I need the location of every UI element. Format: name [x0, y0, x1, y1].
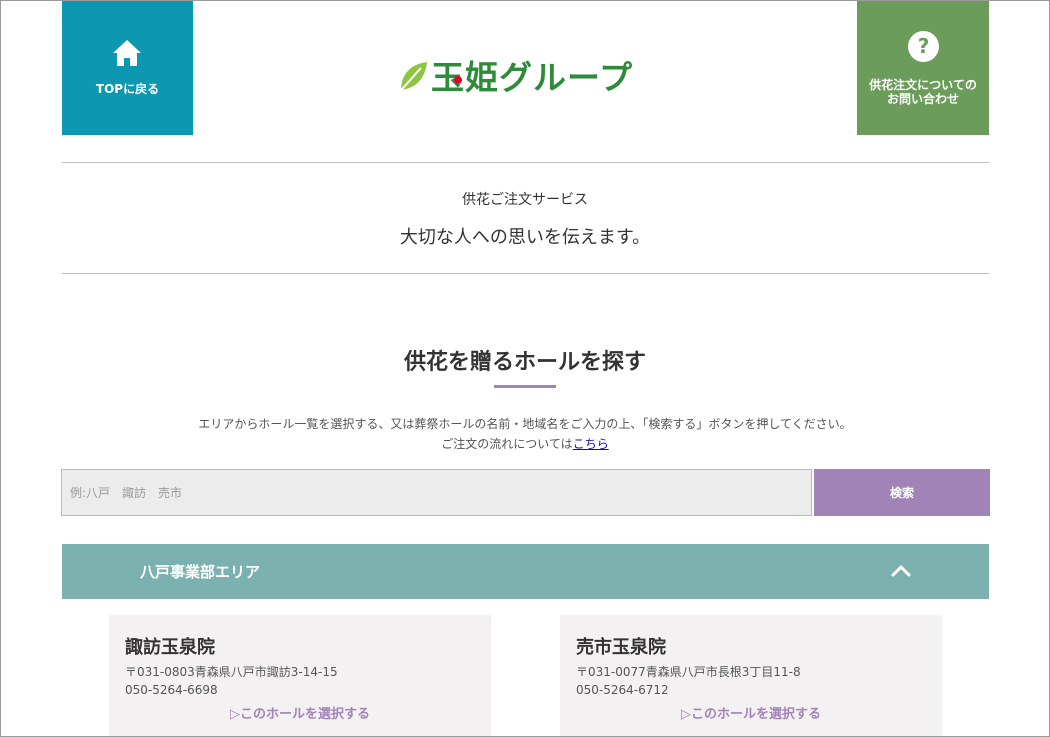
hall-address: 〒031-0077青森県八戸市長根3丁目11-8 [576, 665, 801, 679]
contact-button[interactable]: ? 供花注文についての お問い合わせ [857, 0, 989, 135]
hall-phone: 050-5264-6698 [125, 683, 218, 697]
flow-prefix: ご注文の流れについては [441, 437, 573, 451]
home-icon [113, 40, 141, 66]
hall-phone: 050-5264-6712 [576, 683, 669, 697]
divider-top [62, 162, 989, 163]
area-accordion-header[interactable]: 八戸事業部エリア [62, 544, 989, 599]
contact-label-line2: お問い合わせ [886, 92, 959, 106]
hall-card: 諏訪玉泉院 〒031-0803青森県八戸市諏訪3-14-15 050-5264-… [109, 615, 491, 737]
search-button[interactable]: 検索 [814, 469, 990, 516]
hall-card: 売市玉泉院 〒031-0077青森県八戸市長根3丁目11-8 050-5264-… [560, 615, 942, 737]
site-header: TOPに戻る 玉姫グループ ? 供花注文についての お問い合わせ [62, 0, 989, 136]
chevron-up-icon[interactable] [888, 558, 914, 584]
hall-address: 〒031-0803青森県八戸市諏訪3-14-15 [125, 665, 338, 679]
flow-link[interactable]: こちら [573, 437, 609, 451]
brand-logo: 玉姫グループ [397, 56, 659, 100]
contact-label-line1: 供花注文についての [869, 78, 977, 92]
instruction-text: エリアからホール一覧を選択する、又は葬祭ホールの名前・地域名をご入力の上、「検索… [198, 417, 852, 431]
search-instructions: エリアからホール一覧を選択する、又は葬祭ホールの名前・地域名をご入力の上、「検索… [0, 414, 1050, 454]
select-hall-link[interactable]: ▷このホールを選択する [109, 703, 491, 722]
leaf-icon [400, 62, 427, 91]
select-hall-link[interactable]: ▷このホールを選択する [560, 703, 942, 722]
service-subtitle: 供花ご注文サービス [462, 192, 588, 208]
section-title: 供花を贈るホールを探す [403, 350, 646, 375]
service-tagline: 大切な人への思いを伝えます。 [399, 227, 651, 248]
contact-button-label: 供花注文についての お問い合わせ [857, 78, 989, 106]
search-input[interactable] [61, 469, 812, 516]
question-icon: ? [908, 31, 939, 62]
flow-note: ご注文の流れについてはこちら [0, 434, 1050, 454]
hall-name: 諏訪玉泉院 [125, 637, 215, 658]
title-underline [494, 385, 556, 388]
top-button-label: TOPに戻る [95, 82, 160, 96]
hall-name: 売市玉泉院 [576, 637, 666, 658]
divider-bottom [62, 273, 989, 274]
top-button[interactable]: TOPに戻る [62, 0, 193, 135]
area-name: 八戸事業部エリア [140, 563, 261, 581]
logo-red-dot [454, 76, 462, 84]
